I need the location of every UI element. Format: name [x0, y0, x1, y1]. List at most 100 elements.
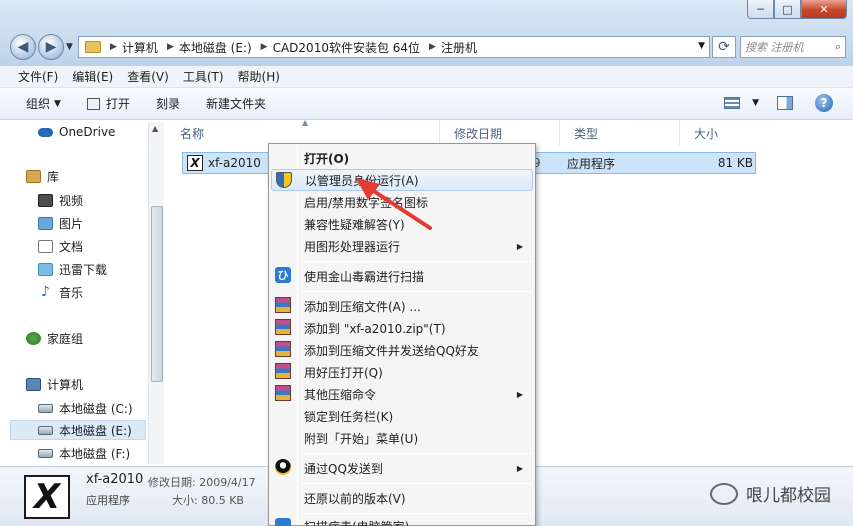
close-button[interactable]: ✕ [801, 0, 847, 19]
application-icon: X [187, 155, 203, 171]
menu-item-pin-taskbar[interactable]: 锁定到任务栏(K) [271, 405, 533, 427]
menu-item-label: 还原以前的版本(V) [304, 491, 406, 506]
nav-pictures[interactable]: 图片 [38, 213, 83, 233]
column-header-size[interactable]: 大小 [680, 120, 760, 146]
drive-icon [38, 403, 53, 413]
refresh-icon: ⟳ [718, 39, 730, 55]
minimize-button[interactable]: ─ [747, 0, 774, 19]
music-icon: ♪ [41, 284, 50, 300]
nav-documents[interactable]: 文档 [38, 236, 83, 256]
address-bar[interactable]: ▶ 计算机 ▶ 本地磁盘 (E:) ▶ CAD2010软件安装包 64位 ▶ 注… [78, 36, 710, 58]
file-type: 应用程序 [567, 156, 616, 171]
submenu-arrow-icon: ▶ [516, 241, 523, 251]
wechat-logo-icon [710, 482, 738, 505]
details-size: 大小: 80.5 KB [172, 494, 244, 507]
computer-icon [26, 377, 41, 391]
drive-icon [38, 448, 53, 458]
maximize-button[interactable]: □ [774, 0, 801, 19]
organize-label: 组织 [26, 97, 51, 111]
column-header-type[interactable]: 类型 [560, 120, 680, 146]
kingsoft-antivirus-icon: ひ [275, 267, 291, 283]
new-folder-label: 新建文件夹 [205, 97, 266, 111]
search-input[interactable]: 搜索 注册机 ⌕ [740, 36, 846, 58]
watermark: 哏儿都校园 [710, 481, 831, 506]
refresh-button[interactable]: ⟳ [712, 36, 736, 58]
menu-item-scan-virus[interactable]: 扫描病毒(电脑管家) [271, 516, 533, 526]
menu-item-restore-versions[interactable]: 还原以前的版本(V) [271, 487, 533, 509]
menu-item-label: 添加到 "xf-a2010.zip"(T) [304, 321, 446, 336]
address-dropdown-icon[interactable]: ▼ [698, 41, 705, 51]
breadcrumb-separator-icon[interactable]: ▶ [429, 42, 436, 52]
nav-onedrive[interactable]: OneDrive [38, 122, 115, 142]
nav-drive-e[interactable]: 本地磁盘 (E:) [10, 420, 146, 440]
homegroup-icon [26, 331, 41, 345]
file-size: 81 KB [717, 156, 753, 170]
forward-button[interactable]: ▶ [38, 34, 64, 60]
download-icon [38, 262, 53, 276]
scrollbar-thumb[interactable] [151, 206, 163, 382]
nav-computer[interactable]: 计算机 [26, 374, 83, 394]
menu-item-archive-send-qq[interactable]: 添加到压缩文件并发送给QQ好友 [271, 339, 533, 361]
menu-help[interactable]: 帮助(H) [238, 68, 280, 85]
menu-item-send-via-qq[interactable]: 通过QQ发送到 ▶ [271, 457, 533, 479]
breadcrumb-drive-e[interactable]: 本地磁盘 (E:) [179, 39, 252, 56]
pictures-icon [38, 216, 53, 230]
breadcrumb-separator-icon[interactable]: ▶ [261, 42, 268, 52]
navigation-scrollbar[interactable]: ▲ [148, 122, 164, 464]
organize-button[interactable]: 组织 ▼ [26, 95, 61, 112]
menu-item-open[interactable]: 打开(O) [271, 147, 533, 169]
breadcrumb-separator-icon[interactable]: ▶ [110, 42, 117, 52]
nav-music[interactable]: ♪ 音乐 [38, 282, 83, 302]
breadcrumb-computer[interactable]: 计算机 [122, 39, 158, 56]
nav-drive-c[interactable]: 本地磁盘 (C:) [38, 398, 133, 418]
menu-item-label: 添加到压缩文件并发送给QQ好友 [304, 343, 479, 358]
menu-item-open-with-haozip[interactable]: 用好压打开(Q) [271, 361, 533, 383]
menu-item-label: 添加到压缩文件(A) ... [304, 299, 421, 314]
burn-button[interactable]: 刻录 [156, 95, 180, 112]
menu-item-label: 用图形处理器运行 [304, 239, 401, 254]
menu-separator [301, 261, 533, 262]
menu-file[interactable]: 文件(F) [18, 68, 58, 85]
submenu-arrow-icon: ▶ [516, 389, 523, 399]
menu-view[interactable]: 查看(V) [127, 68, 169, 85]
search-placeholder: 搜索 注册机 [745, 41, 804, 54]
back-button[interactable]: ◀ [10, 34, 36, 60]
menu-tools[interactable]: 工具(T) [183, 68, 224, 85]
nav-homegroup[interactable]: 家庭组 [26, 328, 83, 348]
application-large-icon: X [24, 475, 70, 519]
library-icon [26, 169, 41, 183]
documents-icon [38, 239, 53, 253]
command-bar: 组织 ▼ 打开 刻录 新建文件夹 ▼ ? [0, 88, 853, 120]
nav-label: 音乐 [59, 285, 84, 300]
menu-item-add-to-zip[interactable]: 添加到 "xf-a2010.zip"(T) [271, 317, 533, 339]
menu-separator [301, 453, 533, 454]
help-icon[interactable]: ? [815, 94, 833, 112]
recent-pages-dropdown[interactable]: ▼ [66, 42, 73, 52]
view-dropdown-icon[interactable]: ▼ [752, 98, 759, 108]
burn-label: 刻录 [155, 97, 180, 111]
navigation-pane: OneDrive 库 视频 图片 文档 迅雷下载 ♪ 音乐 家庭组 计算机 本地… [0, 120, 166, 466]
nav-libraries[interactable]: 库 [26, 166, 59, 186]
menu-item-add-to-archive[interactable]: 添加到压缩文件(A) ... [271, 295, 533, 317]
change-view-icon[interactable] [724, 97, 741, 109]
menu-item-other-compress[interactable]: 其他压缩命令 ▶ [271, 383, 533, 405]
cloud-icon [38, 127, 53, 137]
menu-item-label: 锁定到任务栏(K) [304, 409, 394, 424]
new-folder-button[interactable]: 新建文件夹 [206, 95, 266, 112]
breadcrumb-keygen-folder[interactable]: 注册机 [441, 39, 477, 56]
window-controls: ─ □ ✕ [747, 0, 847, 19]
menu-edit[interactable]: 编辑(E) [72, 68, 113, 85]
preview-pane-icon[interactable] [777, 96, 793, 110]
scroll-up-icon[interactable]: ▲ [152, 124, 158, 133]
nav-xunlei-downloads[interactable]: 迅雷下载 [38, 259, 107, 279]
breadcrumb-separator-icon[interactable]: ▶ [167, 42, 174, 52]
menu-item-kingsoft-scan[interactable]: ひ 使用金山毒霸进行扫描 [271, 265, 533, 287]
menu-bar: 文件(F) 编辑(E) 查看(V) 工具(T) 帮助(H) [0, 66, 853, 88]
window-titlebar: ─ □ ✕ ◀ ▶ ▼ ▶ 计算机 ▶ 本地磁盘 (E:) ▶ CAD2010软… [0, 0, 853, 66]
breadcrumb-cad-folder[interactable]: CAD2010软件安装包 64位 [273, 39, 420, 56]
nav-videos[interactable]: 视频 [38, 190, 83, 210]
watermark-text: 哏儿都校园 [746, 486, 831, 506]
menu-item-pin-start[interactable]: 附到「开始」菜单(U) [271, 427, 533, 449]
open-button[interactable]: 打开 [86, 95, 130, 112]
nav-drive-f[interactable]: 本地磁盘 (F:) [38, 443, 130, 463]
